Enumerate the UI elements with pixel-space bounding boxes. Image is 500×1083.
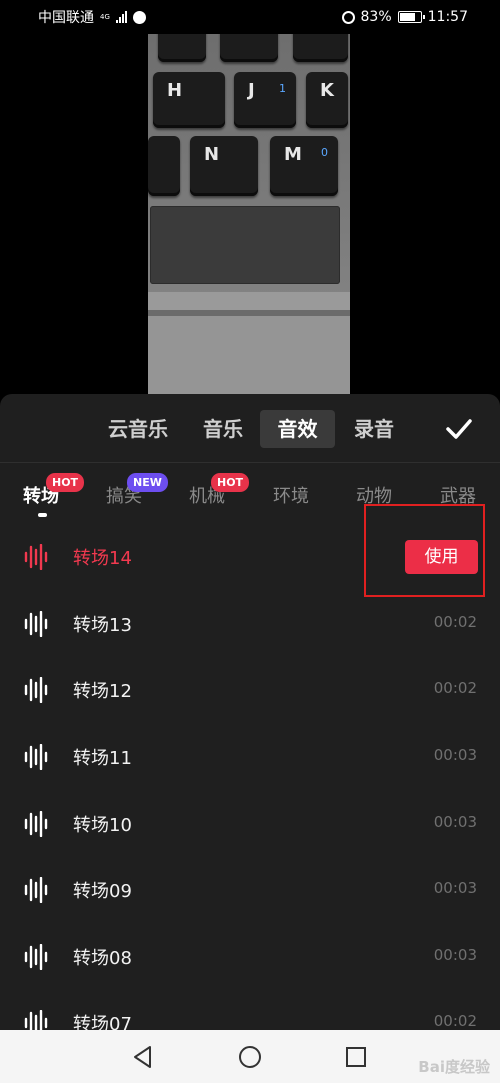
- sound-name: 转场12: [73, 681, 132, 702]
- key-m-sub: 0: [321, 146, 328, 159]
- sound-name: 转场10: [73, 815, 132, 836]
- key-top-2: [220, 34, 278, 62]
- category-environment[interactable]: 环境: [273, 482, 309, 508]
- tab-cloud-music[interactable]: 云音乐: [98, 410, 178, 448]
- key-top-1: [158, 34, 206, 62]
- sound-duration: 00:03: [433, 879, 477, 897]
- waveform-icon: [24, 944, 48, 970]
- sound-name: 转场14: [73, 548, 132, 569]
- tab-music[interactable]: 音乐: [192, 410, 254, 448]
- watermark: Bai度经验: [418, 1058, 490, 1076]
- sound-duration: 00:02: [433, 679, 477, 697]
- new-badge: NEW: [127, 473, 168, 492]
- tab-recording[interactable]: 录音: [343, 410, 405, 448]
- sound-duration: 00:02: [433, 613, 477, 631]
- alarm-icon: [341, 10, 355, 24]
- sound-panel: 云音乐 音乐 音效 录音 转场 HOT 搞笑 NEW 机械 HOT 环境 动物 …: [0, 394, 500, 1030]
- carrier-name: 中国联通: [38, 10, 94, 26]
- sound-name: 转场09: [73, 881, 132, 902]
- hot-badge: HOT: [211, 473, 250, 492]
- waveform-icon: [24, 744, 48, 770]
- sound-row[interactable]: 转场07 00:02: [0, 990, 500, 1030]
- waveform-icon: [24, 877, 48, 903]
- video-preview[interactable]: H J1 K N M0: [148, 34, 350, 394]
- recents-icon[interactable]: [343, 1044, 369, 1070]
- sound-row[interactable]: 转场13 00:02: [0, 591, 500, 657]
- key-j-sub: 1: [279, 82, 286, 95]
- clock: 11:57: [427, 9, 468, 25]
- key-h: H: [153, 72, 225, 128]
- waveform-icon: [24, 611, 48, 637]
- sound-duration: 00:02: [433, 1012, 477, 1030]
- key-n: N: [190, 136, 258, 196]
- key-k: K: [306, 72, 348, 128]
- sound-row[interactable]: 转场11 00:03: [0, 724, 500, 790]
- network-type: 4G: [100, 12, 110, 21]
- home-icon[interactable]: [237, 1044, 263, 1070]
- sound-name: 转场11: [73, 748, 132, 769]
- status-bar: 中国联通 4G 83% 11:57: [0, 0, 500, 34]
- laptop-edge: [148, 292, 350, 310]
- sound-duration: 00:03: [433, 946, 477, 964]
- key-b: [148, 136, 180, 196]
- system-nav-bar: Bai度经验: [0, 1030, 500, 1083]
- key-top-3: [293, 34, 348, 62]
- status-left: 中国联通 4G: [38, 7, 146, 27]
- sound-row[interactable]: 转场08 00:03: [0, 924, 500, 990]
- status-right: 83% 11:57: [341, 9, 468, 25]
- key-h-label: H: [167, 80, 183, 101]
- key-j: J1: [234, 72, 296, 128]
- divider: [0, 462, 500, 463]
- confirm-check-icon[interactable]: [444, 414, 474, 444]
- sound-name: 转场07: [73, 1014, 132, 1030]
- key-m-label: M: [284, 144, 302, 165]
- main-tabs: 云音乐 音乐 音效 录音: [0, 394, 500, 462]
- waveform-icon: [24, 544, 48, 570]
- waveform-icon: [24, 1010, 48, 1030]
- sound-duration: 00:03: [433, 813, 477, 831]
- laptop-front: [148, 316, 350, 394]
- sound-row[interactable]: 转场10 00:03: [0, 791, 500, 857]
- battery-icon: [397, 11, 425, 23]
- sound-name: 转场08: [73, 948, 132, 969]
- key-n-label: N: [204, 144, 220, 165]
- signal-icon: [115, 11, 127, 23]
- sound-row[interactable]: 转场12 00:02: [0, 657, 500, 723]
- back-icon[interactable]: [130, 1044, 156, 1070]
- key-j-label: J: [248, 80, 255, 101]
- battery-percent: 83%: [360, 9, 392, 25]
- app-notification-icon: [132, 10, 146, 24]
- sound-duration: 00:03: [433, 746, 477, 764]
- sound-name: 转场13: [73, 615, 132, 636]
- key-k-label: K: [320, 80, 334, 101]
- waveform-icon: [24, 677, 48, 703]
- waveform-icon: [24, 811, 48, 837]
- highlight-box: [364, 504, 485, 597]
- hot-badge: HOT: [46, 473, 85, 492]
- category-underline: [38, 513, 47, 517]
- trackpad: [150, 206, 340, 284]
- key-m: M0: [270, 136, 338, 196]
- sound-row[interactable]: 转场09 00:03: [0, 857, 500, 923]
- tab-sound-effects[interactable]: 音效: [260, 410, 335, 448]
